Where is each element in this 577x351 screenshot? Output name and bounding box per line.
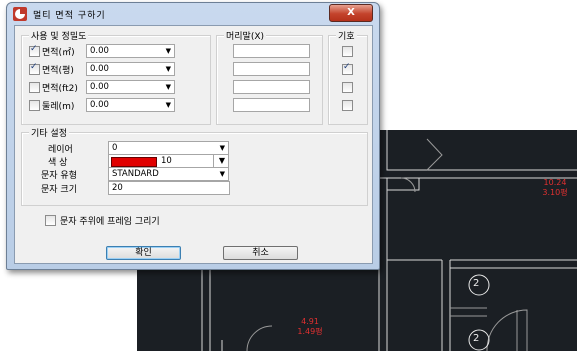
- group-label: 기타 설정: [29, 126, 69, 139]
- area-value: 4.91: [301, 317, 319, 326]
- perimeter-checkbox[interactable]: [29, 100, 40, 111]
- layer-select[interactable]: 0 ▼: [108, 141, 229, 155]
- ok-button[interactable]: 확인: [106, 246, 181, 260]
- text-size-label: 문자 크기: [41, 185, 77, 195]
- group-label: 사용 및 정밀도: [29, 29, 89, 42]
- prefix-input-ft2[interactable]: [233, 80, 310, 94]
- chevron-down-icon: ▼: [165, 47, 171, 55]
- area-ft2-checkbox[interactable]: [29, 82, 40, 93]
- area-pyeong: 1.49평: [297, 327, 323, 336]
- draw-frame-checkbox[interactable]: [45, 215, 56, 226]
- group-label: 기호: [336, 29, 357, 42]
- area-pyeong: 3.10평: [542, 188, 568, 197]
- usage-precision-group: 사용 및 정밀도 면적(㎡) 0.00 ▼ 면적(평) 0.00 ▼ 면적(ft…: [21, 29, 211, 125]
- chevron-down-icon: ▼: [165, 65, 171, 73]
- chevron-down-icon: ▼: [165, 83, 171, 91]
- color-label: 색 상: [48, 158, 68, 168]
- prefix-input-perimeter[interactable]: [233, 98, 310, 112]
- perimeter-label: 둘레(m): [42, 102, 75, 112]
- cancel-button[interactable]: 취소: [223, 246, 298, 260]
- area-m2-precision-select[interactable]: 0.00 ▼: [86, 44, 175, 58]
- area-pyeong-checkbox[interactable]: [29, 62, 40, 75]
- group-label: 머리말(X): [224, 29, 267, 42]
- chevron-down-icon: ▼: [218, 156, 225, 165]
- area-pyeong-precision-select[interactable]: 0.00 ▼: [86, 62, 175, 76]
- color-swatch: [111, 157, 157, 167]
- chevron-down-icon: ▼: [219, 170, 225, 178]
- marker-label: 2: [473, 278, 480, 289]
- selected-value: 0.00: [90, 82, 109, 92]
- area-label: 10.24 3.10평: [537, 178, 573, 198]
- area-ft2-label: 면적(ft2): [42, 84, 78, 94]
- color-dropdown-divider: [213, 155, 214, 167]
- selected-value: 0: [112, 143, 118, 153]
- other-settings-group: 기타 설정 레이어 0 ▼ 색 상 10 ▼ 문자 유형 STANDARD ▼ …: [21, 126, 368, 206]
- app-icon: [13, 7, 27, 21]
- marker-label: 2: [473, 333, 480, 344]
- selected-value: 0.00: [90, 64, 109, 74]
- prefix-group: 머리말(X): [216, 29, 323, 125]
- area-m2-checkbox[interactable]: [29, 44, 40, 57]
- prefix-input-m2[interactable]: [233, 44, 310, 58]
- symbol-checkbox-perimeter[interactable]: [342, 100, 353, 111]
- selected-value: 0.00: [90, 100, 109, 110]
- area-label: 4.91 1.49평: [292, 317, 328, 337]
- title-bar[interactable]: 멀티 면적 구하기 X: [7, 3, 379, 25]
- area-value: 10.24: [543, 178, 567, 187]
- layer-label: 레이어: [48, 145, 73, 155]
- symbol-checkbox-m2[interactable]: [342, 46, 353, 57]
- symbol-checkbox-pyeong[interactable]: [342, 62, 353, 75]
- color-select[interactable]: 10 ▼: [108, 154, 229, 168]
- text-style-label: 문자 유형: [41, 171, 77, 181]
- prefix-input-pyeong[interactable]: [233, 62, 310, 76]
- close-button[interactable]: X: [329, 4, 373, 22]
- multi-area-dialog: 멀티 면적 구하기 X 사용 및 정밀도 면적(㎡) 0.00 ▼ 면적(평) …: [6, 2, 380, 270]
- selected-value: 0.00: [90, 46, 109, 56]
- chevron-down-icon: ▼: [165, 101, 171, 109]
- selected-value: STANDARD: [112, 169, 159, 179]
- text-size-input[interactable]: 20: [108, 181, 230, 195]
- symbol-group: 기호: [328, 29, 368, 125]
- area-ft2-precision-select[interactable]: 0.00 ▼: [86, 80, 175, 94]
- chevron-down-icon: ▼: [219, 144, 225, 152]
- draw-frame-label: 문자 주위에 프레임 그리기: [60, 217, 160, 227]
- perimeter-precision-select[interactable]: 0.00 ▼: [86, 98, 175, 112]
- area-m2-label: 면적(㎡): [42, 48, 75, 58]
- dialog-title: 멀티 면적 구하기: [33, 11, 106, 21]
- selected-value: 10: [161, 156, 172, 166]
- symbol-checkbox-ft2[interactable]: [342, 82, 353, 93]
- area-pyeong-label: 면적(평): [42, 66, 74, 76]
- dialog-body: 사용 및 정밀도 면적(㎡) 0.00 ▼ 면적(평) 0.00 ▼ 면적(ft…: [14, 25, 373, 264]
- text-style-select[interactable]: STANDARD ▼: [108, 167, 229, 181]
